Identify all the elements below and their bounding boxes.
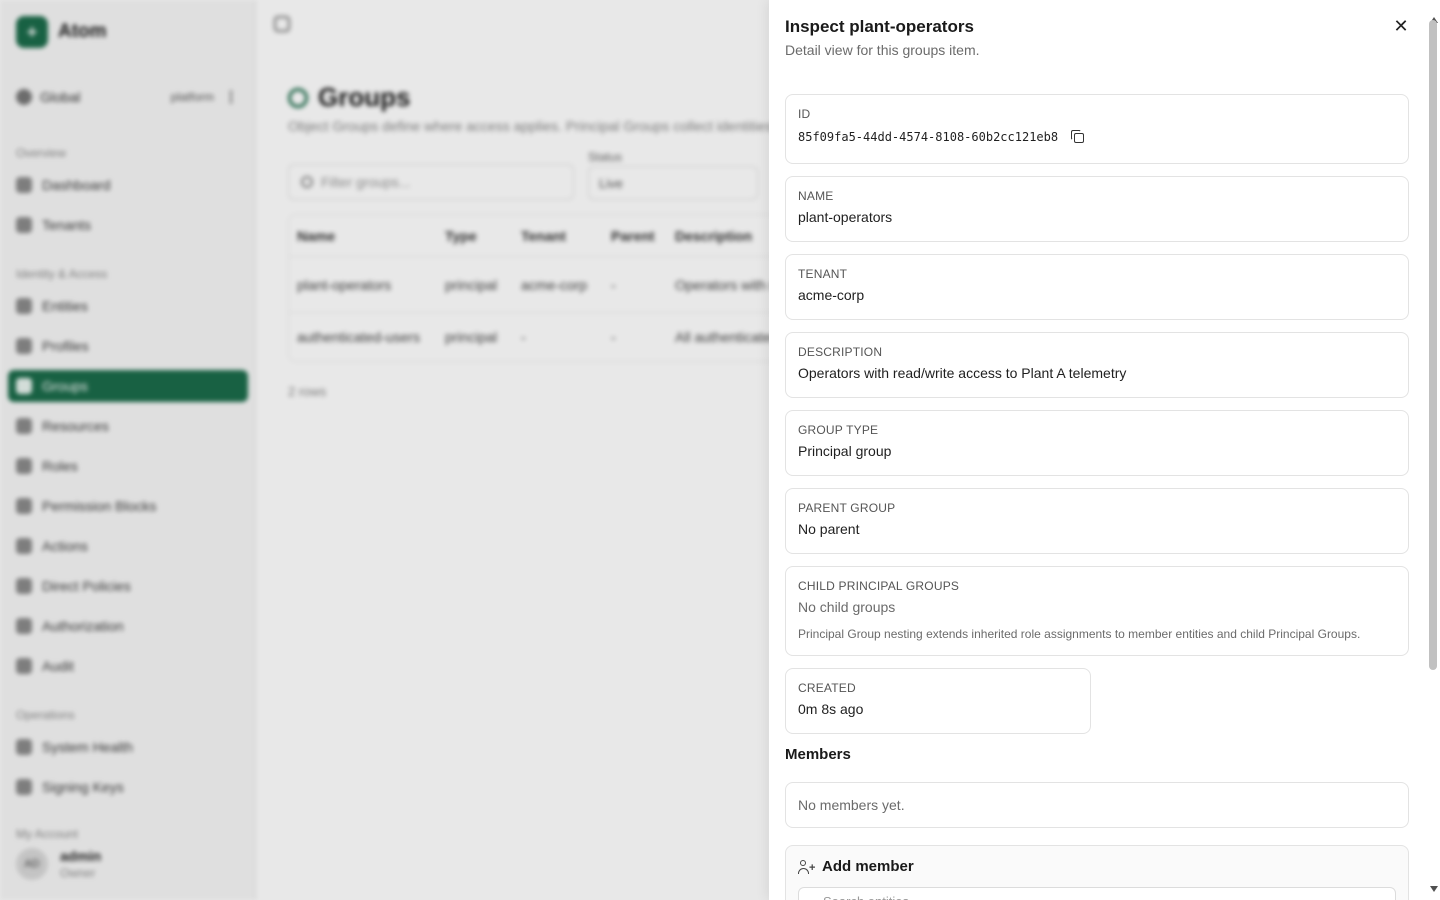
scroll-down-icon[interactable] xyxy=(1430,886,1438,892)
members-heading: Members xyxy=(785,746,851,763)
child-groups-value: No child groups xyxy=(798,599,896,615)
child-groups-field: CHILD PRINCIPAL GROUPS No child groups P… xyxy=(785,566,1409,656)
parent-group-value: No parent xyxy=(798,521,860,537)
id-value-row: 85f09fa5-44dd-4574-8108-60b2cc121eb8 xyxy=(798,129,1396,145)
close-icon[interactable]: ✕ xyxy=(1391,16,1411,36)
member-search-input[interactable]: Search entities... xyxy=(798,887,1396,900)
field-label: TENANT xyxy=(798,267,848,281)
field-label: NAME xyxy=(798,189,834,203)
id-field: ID 85f09fa5-44dd-4574-8108-60b2cc121eb8 xyxy=(785,94,1409,164)
created-value: 0m 8s ago xyxy=(798,701,864,717)
field-label: CREATED xyxy=(798,681,856,695)
field-label: PARENT GROUP xyxy=(798,501,896,515)
add-member-panel: + Add member Search entities... xyxy=(785,845,1409,900)
parent-group-field: PARENT GROUP No parent xyxy=(785,488,1409,554)
field-label: ID xyxy=(798,107,811,121)
field-label: CHILD PRINCIPAL GROUPS xyxy=(798,579,960,593)
child-groups-note: Principal Group nesting extends inherite… xyxy=(798,627,1361,641)
id-value: 85f09fa5-44dd-4574-8108-60b2cc121eb8 xyxy=(798,130,1059,144)
name-value: plant-operators xyxy=(798,209,893,225)
field-label: DESCRIPTION xyxy=(798,345,883,359)
tenant-value: acme-corp xyxy=(798,287,865,303)
inspect-drawer: Inspect plant-operators Detail view for … xyxy=(769,0,1440,900)
add-member-title: Add member xyxy=(822,858,914,875)
tenant-field: TENANT acme-corp xyxy=(785,254,1409,320)
scrollbar-thumb[interactable] xyxy=(1429,20,1437,670)
add-member-header: + Add member xyxy=(798,858,1396,875)
name-field: NAME plant-operators xyxy=(785,176,1409,242)
drawer-subtitle: Detail view for this groups item. xyxy=(785,42,980,58)
drawer-scrollbar[interactable] xyxy=(1427,0,1440,900)
drawer-title: Inspect plant-operators xyxy=(785,17,974,36)
field-label: GROUP TYPE xyxy=(798,423,879,437)
user-plus-icon: + xyxy=(798,859,815,875)
created-field: CREATED 0m 8s ago xyxy=(785,668,1091,734)
group-type-value: Principal group xyxy=(798,443,892,459)
description-field: DESCRIPTION Operators with read/write ac… xyxy=(785,332,1409,398)
group-type-field: GROUP TYPE Principal group xyxy=(785,410,1409,476)
members-empty-state: No members yet. xyxy=(785,782,1409,828)
copy-icon[interactable] xyxy=(1070,129,1086,145)
description-value: Operators with read/write access to Plan… xyxy=(798,365,1127,381)
